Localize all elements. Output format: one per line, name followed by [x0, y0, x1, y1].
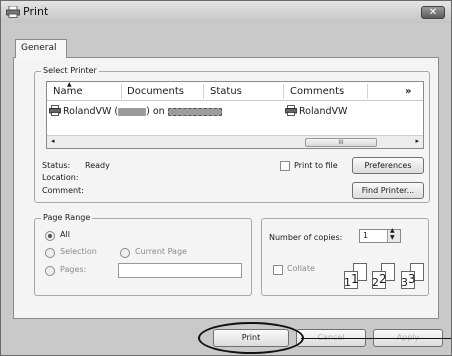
collate-page-number: 1 [344, 276, 351, 289]
page-range-legend: Page Range [41, 213, 93, 222]
printer-comment: RolandVW [299, 106, 348, 117]
pages-input[interactable] [118, 263, 242, 278]
close-button[interactable]: ✕ [421, 6, 445, 19]
current-page-radio[interactable] [120, 248, 130, 258]
print-to-file-checkbox[interactable] [280, 161, 290, 171]
printer-icon [49, 105, 61, 116]
copies-spinner[interactable]: ▲ ▼ [387, 227, 400, 242]
printer-name-tail: ) on [146, 106, 168, 117]
collate-checkbox[interactable] [273, 265, 283, 275]
printer-icon [285, 105, 297, 116]
scroll-left-icon[interactable]: ◂ [51, 137, 55, 145]
collate-page-number: 3 [401, 276, 408, 289]
close-icon: ✕ [428, 7, 438, 18]
selection-radio[interactable] [45, 248, 55, 258]
find-printer-button[interactable]: Find Printer... [352, 182, 424, 199]
redacted-text [167, 107, 222, 116]
title-bar: Print ✕ [1, 1, 451, 23]
scroll-thumb[interactable]: III [305, 138, 377, 147]
print-to-file-label[interactable]: Print to file [294, 161, 338, 170]
collate-page-number: 2 [379, 272, 387, 286]
printer-name: RolandVW ( [63, 106, 119, 117]
print-dialog: Print ✕ General Select Printer Name ▲ Do… [0, 0, 452, 356]
more-columns-icon[interactable]: » [405, 86, 411, 97]
printer-list-header: Name ▲ Documents Status Comments » [47, 81, 423, 101]
preferences-button[interactable]: Preferences [352, 157, 424, 174]
selection-label[interactable]: Selection [60, 247, 97, 256]
all-label[interactable]: All [60, 230, 70, 239]
scroll-right-icon[interactable]: ▸ [415, 137, 419, 145]
window-title: Print [23, 5, 49, 18]
select-printer-legend: Select Printer [41, 66, 99, 75]
column-status[interactable]: Status [210, 86, 242, 97]
collate-page-number: 3 [408, 272, 416, 286]
column-documents[interactable]: Documents [127, 86, 184, 97]
status-label: Status: [42, 161, 71, 170]
spin-down-icon[interactable]: ▼ [390, 234, 395, 241]
collate-page-number: 1 [351, 272, 359, 286]
current-page-label[interactable]: Current Page [135, 247, 187, 256]
column-divider [367, 84, 368, 99]
printer-icon [6, 6, 20, 18]
pages-radio[interactable] [45, 266, 55, 276]
highlight-ellipse [198, 322, 304, 354]
printer-name-cell: RolandVW ( ) on [49, 105, 222, 117]
tab-general[interactable]: General [15, 39, 67, 58]
column-divider [203, 84, 204, 99]
printer-row[interactable]: RolandVW ( ) on RolandVW [49, 104, 421, 119]
location-label: Location: [42, 173, 79, 182]
column-comments[interactable]: Comments [290, 86, 344, 97]
status-value: Ready [85, 161, 110, 170]
horizontal-scrollbar[interactable]: ◂ III ▸ [47, 135, 423, 148]
number-of-copies-label: Number of copies: [269, 233, 343, 242]
callout-line [301, 338, 451, 339]
pages-label[interactable]: Pages: [60, 265, 86, 274]
column-divider [283, 84, 284, 99]
redacted-text [118, 107, 147, 116]
printer-list[interactable]: Name ▲ Documents Status Comments » Rolan… [46, 81, 424, 149]
collate-page-number: 2 [372, 276, 379, 289]
all-radio[interactable] [45, 231, 55, 241]
column-divider [121, 84, 122, 99]
spin-up-icon[interactable]: ▲ [390, 227, 395, 234]
printer-comment-cell: RolandVW [285, 105, 347, 117]
sort-ascending-icon: ▲ [67, 81, 72, 88]
comment-label: Comment: [42, 186, 84, 195]
collate-label[interactable]: Collate [287, 264, 315, 273]
